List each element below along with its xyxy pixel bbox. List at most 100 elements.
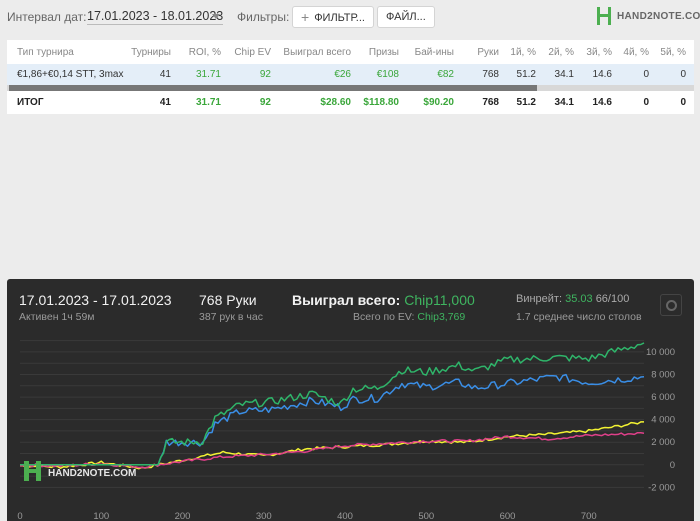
col-header[interactable]: Призы	[359, 40, 407, 64]
col-header[interactable]: Турниры	[119, 40, 179, 64]
table-cell: 41	[119, 64, 179, 85]
total-cell: 92	[259, 96, 271, 108]
active-time: Активен 1ч 59м	[19, 311, 95, 323]
winrate-ratio: 66/100	[595, 293, 630, 305]
table-row[interactable]: €1,86+€0,14 STT, 3max 41 31.71 92 €26 €1…	[7, 64, 694, 85]
x-tick-label: 600	[500, 511, 516, 521]
total-cell: 0	[680, 96, 686, 108]
x-tick-label: 100	[93, 511, 109, 521]
plus-icon: +	[301, 9, 310, 25]
logo-icon	[597, 7, 611, 25]
files-button[interactable]: ФАЙЛ...	[377, 6, 435, 28]
col-header[interactable]: Выиграл всего	[279, 40, 359, 64]
col-header[interactable]: ROI, %	[179, 40, 229, 64]
hands-per-hour: 387 рук в час	[199, 311, 263, 323]
total-cell: $28.60	[320, 96, 351, 108]
table-cell: 92	[229, 64, 279, 85]
winrate-value: 35.03	[565, 293, 593, 305]
table-cell: €82	[407, 64, 462, 85]
won-total-value: Chip11,000	[404, 292, 475, 308]
y-axis-ticks: -2 000 0 2 000 4 000 6 000 8 000 10 000	[646, 347, 675, 493]
nonshowdown-line	[20, 431, 645, 469]
total-cell: $90.20	[423, 96, 454, 108]
add-filter-button[interactable]: + ФИЛЬТР...	[292, 6, 374, 28]
results-table: Тип турнира Турниры ROI, % Chip EV Выигр…	[7, 40, 694, 113]
x-tick-label: 200	[175, 511, 191, 521]
col-header[interactable]: 3й, %	[582, 40, 620, 64]
ev-total-label: Всего по EV:	[353, 311, 415, 323]
avg-tables: 1.7 среднее число столов	[516, 311, 642, 323]
chevron-down-icon[interactable]	[212, 14, 220, 19]
table-cell: €108	[359, 64, 407, 85]
y-tick-label: 6 000	[651, 392, 675, 403]
col-header[interactable]: 5й, %	[657, 40, 694, 64]
col-header[interactable]: Руки	[462, 40, 507, 64]
scrollbar-row	[7, 85, 694, 91]
col-header[interactable]: Бай-ины	[407, 40, 462, 64]
col-header[interactable]: Chip EV	[229, 40, 279, 64]
filter-bar: Интервал дат: 17.01.2023 - 18.01.2023 Фи…	[0, 0, 700, 36]
table-cell: 31.71	[179, 64, 229, 85]
total-cell: $118.80	[363, 96, 399, 108]
y-tick-label: 8 000	[651, 370, 675, 381]
scrollbar-cell	[7, 85, 694, 91]
ev-line	[19, 421, 644, 470]
x-axis-ticks: 0 100 200 300 400 500 600 700	[17, 511, 596, 521]
table-cell: 51.2	[507, 64, 544, 85]
total-cell: 51.2	[516, 96, 536, 108]
total-cell: 41	[159, 96, 171, 108]
files-button-label: ФАЙЛ...	[386, 11, 426, 23]
y-tick-label: 10 000	[646, 347, 675, 358]
table-cell: €1,86+€0,14 STT, 3max	[7, 64, 123, 85]
total-cell: 768	[482, 96, 499, 108]
watermark-text: HAND2NOTE.COM	[48, 468, 136, 479]
watermark-logo-bar	[24, 469, 38, 473]
stats-date-range: 17.01.2023 - 17.01.2023	[19, 292, 172, 308]
settings-button[interactable]	[660, 294, 682, 316]
total-row: ИТОГ 41 31.71 92 $28.60 $118.80 $90.20 7…	[7, 91, 694, 113]
profit-graph: 0 100 200 300 400 500 600 700 -2 000 0 2 000 4 000…	[17, 340, 675, 521]
table-header-row: Тип турнира Турниры ROI, % Chip EV Выигр…	[7, 40, 694, 64]
session-stats-panel: 17.01.2023 - 17.01.2023 Активен 1ч 59м 7…	[7, 279, 694, 521]
x-tick-label: 500	[418, 511, 434, 521]
gear-icon	[666, 300, 677, 311]
x-tick-label: 300	[256, 511, 272, 521]
x-tick-label: 400	[337, 511, 353, 521]
total-cell: ИТОГ	[17, 96, 44, 108]
total-cell: 34.1	[554, 96, 574, 108]
table-cell: 0	[620, 64, 657, 85]
y-tick-label: -2 000	[648, 482, 675, 493]
won-total-label: Выиграл всего:	[292, 292, 401, 308]
table-cell: 0	[657, 64, 694, 85]
table-cell: 14.6	[582, 64, 620, 85]
scrollbar-thumb[interactable]	[9, 85, 537, 91]
winrate-label: Винрейт:	[516, 293, 563, 305]
results-table-panel: Тип турнира Турниры ROI, % Chip EV Выигр…	[7, 40, 694, 114]
x-tick-label: 700	[581, 511, 597, 521]
col-header[interactable]: 2й, %	[544, 40, 582, 64]
y-tick-label: 2 000	[651, 437, 675, 448]
col-header[interactable]: 4й, %	[620, 40, 657, 64]
graph-lines	[19, 342, 645, 470]
table-cell: €26	[279, 64, 359, 85]
hands-count: 768 Руки	[199, 292, 257, 308]
won-total: Выиграл всего: Chip11,000	[292, 292, 475, 308]
y-tick-label: 0	[670, 460, 675, 471]
filters-label: Фильтры:	[237, 10, 290, 24]
date-interval-label: Интервал дат:	[7, 10, 87, 24]
table-cell: 34.1	[544, 64, 582, 85]
table-cell: 768	[462, 64, 507, 85]
horizontal-scrollbar[interactable]	[7, 85, 694, 91]
logo-text: HAND2NOTE.COM	[617, 11, 700, 22]
total-cell: 31.71	[195, 96, 221, 108]
y-tick-label: 4 000	[651, 415, 675, 426]
ev-total-value: Chip3,769	[417, 311, 466, 323]
date-range-selector[interactable]: 17.01.2023 - 18.01.2023	[87, 9, 224, 25]
col-header[interactable]: Тип турнира	[7, 40, 119, 64]
filter-button-label: ФИЛЬТР...	[314, 12, 365, 24]
ev-total: Всего по EV: Chip3,769	[353, 311, 465, 323]
total-cell: 0	[643, 96, 649, 108]
col-header[interactable]: 1й, %	[507, 40, 544, 64]
winrate: Винрейт: 35.03 66/100	[516, 293, 629, 305]
total-cell: 14.6	[592, 96, 612, 108]
